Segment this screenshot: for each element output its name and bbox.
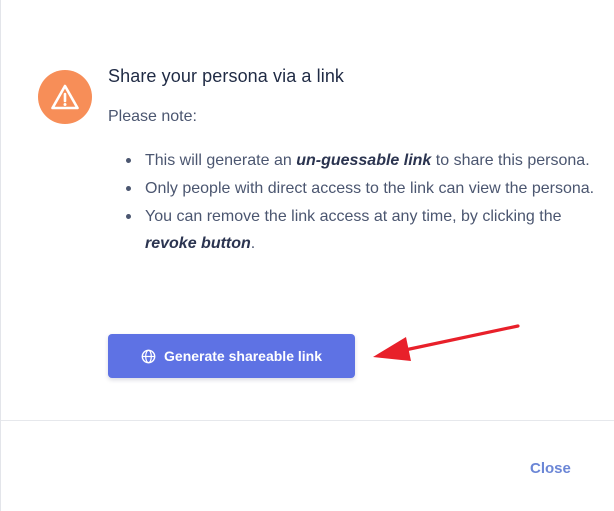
generate-button-label: Generate shareable link <box>164 348 322 364</box>
share-persona-dialog: Share your persona via a link Please not… <box>0 0 614 511</box>
footer-divider <box>1 420 614 421</box>
note-heading: Please note: <box>108 108 197 125</box>
red-arrow-icon <box>373 324 520 361</box>
list-item: This will generate an un-guessable link … <box>126 147 614 174</box>
dialog-title: Share your persona via a link <box>108 66 345 86</box>
list-item: Only people with direct access to the li… <box>126 175 614 202</box>
notes-list: This will generate an un-guessable link … <box>108 147 614 258</box>
warning-triangle-icon <box>51 84 79 110</box>
close-button[interactable]: Close <box>521 456 580 481</box>
warning-badge <box>38 70 92 124</box>
globe-icon <box>141 349 156 364</box>
generate-shareable-link-button[interactable]: Generate shareable link <box>108 334 355 378</box>
list-item: You can remove the link access at any ti… <box>126 203 614 257</box>
